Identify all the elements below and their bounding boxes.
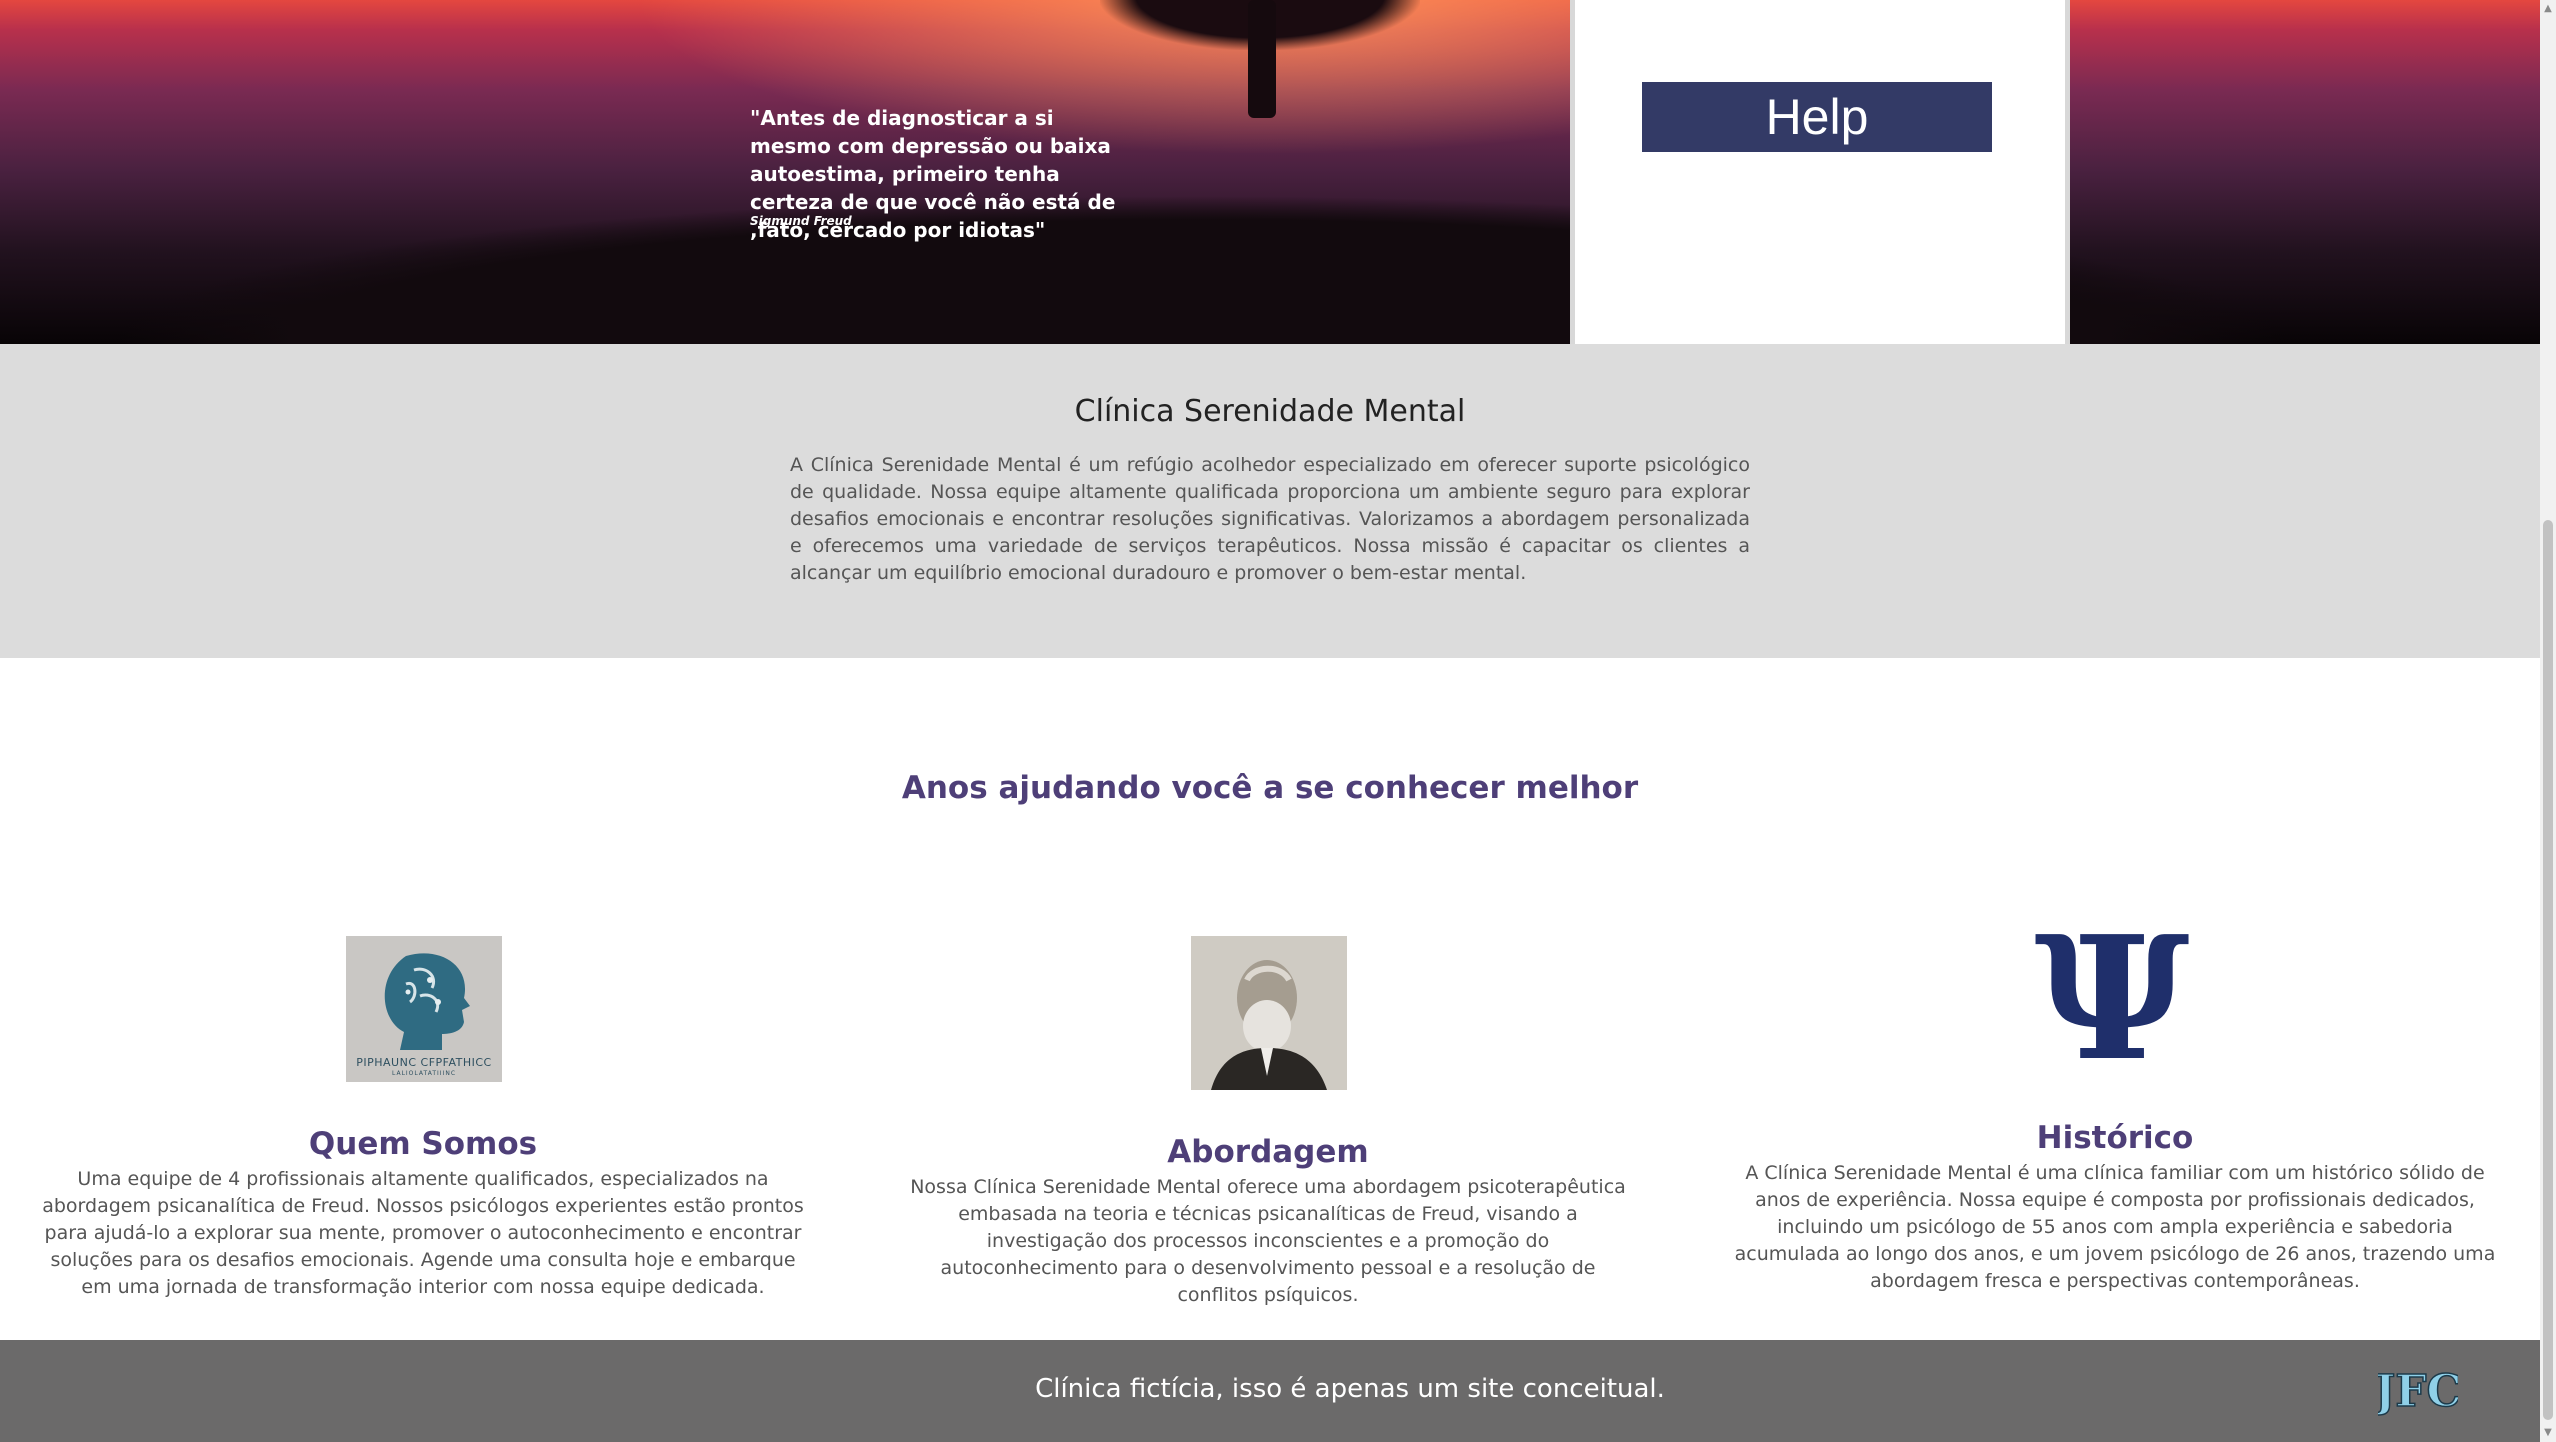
column-text: Nossa Clínica Serenidade Mental oferece … bbox=[910, 1176, 1626, 1306]
portrait-photo-icon bbox=[1191, 936, 1347, 1090]
help-card bbox=[1570, 0, 2070, 358]
hill-silhouette bbox=[0, 190, 2540, 344]
footer-text: Clínica fictícia, isso é apenas um site … bbox=[1035, 1374, 1665, 1404]
tagline: Anos ajudando você a se conhecer melhor bbox=[901, 770, 1639, 806]
column-title: Quem Somos bbox=[308, 1126, 538, 1162]
psi-symbol-icon: Ψ bbox=[2034, 899, 2190, 1099]
column-abordagem: Abordagem Nossa Clínica Serenidade Menta… bbox=[878, 1134, 1658, 1309]
about-text: A Clínica Serenidade Mental é um refúgio… bbox=[790, 454, 1750, 584]
freud-portrait bbox=[1191, 936, 1347, 1090]
jfc-logo-icon: JFC bbox=[2370, 1365, 2463, 1418]
scrollbar-thumb[interactable] bbox=[2543, 520, 2553, 1420]
help-button[interactable]: Help bbox=[1642, 82, 1992, 152]
logo-caption: PIPHAUNC CFPFATHICC bbox=[356, 1056, 492, 1069]
tree-trunk bbox=[1248, 0, 1276, 118]
column-historico: Histórico A Clínica Serenidade Mental é … bbox=[1725, 1120, 2505, 1295]
scroll-up-icon[interactable]: ▲ bbox=[2543, 2, 2553, 16]
quote-author: Sigmund Freud bbox=[750, 214, 852, 228]
column-title: Histórico bbox=[2036, 1120, 2194, 1156]
column-text: Uma equipe de 4 profissionais altamente … bbox=[42, 1168, 804, 1298]
logo-text: JFC bbox=[2378, 1366, 2458, 1416]
column-quem-somos: Quem Somos Uma equipe de 4 profissionais… bbox=[33, 1126, 813, 1301]
footer-logo: JFC bbox=[2370, 1362, 2463, 1418]
scroll-down-icon[interactable]: ▼ bbox=[2543, 1426, 2553, 1440]
clinic-logo-image: PIPHAUNC CFPFATHICC LALIOLATATIIINC bbox=[346, 936, 502, 1082]
about-title: Clínica Serenidade Mental bbox=[1074, 394, 1466, 429]
column-text: A Clínica Serenidade Mental é uma clínic… bbox=[1734, 1162, 2496, 1292]
column-title: Abordagem bbox=[1167, 1134, 1369, 1170]
hero-banner bbox=[0, 0, 2540, 344]
logo-subcaption: LALIOLATATIIINC bbox=[391, 1070, 457, 1077]
